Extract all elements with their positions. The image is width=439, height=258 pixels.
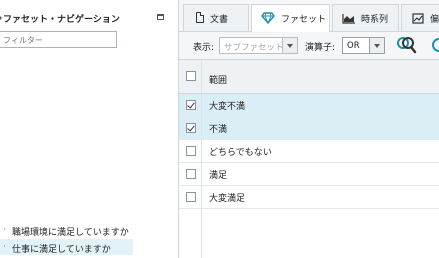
row-checkbox[interactable] — [186, 146, 196, 156]
operator-select[interactable]: OR — [342, 37, 385, 54]
chart-icon — [412, 13, 424, 24]
display-select-value: サブファセット — [224, 43, 284, 53]
table-row[interactable]: 大変不満 — [179, 94, 439, 117]
chevron-down-icon[interactable] — [282, 38, 297, 53]
row-checkbox[interactable] — [186, 192, 196, 202]
table-row[interactable]: どちらでもない — [179, 140, 439, 163]
bullet-icon: · — [3, 225, 6, 235]
facet-navigation-title: ファセット・ナビゲーション — [3, 15, 120, 25]
column-divider — [201, 209, 202, 258]
row-label: 不満 — [209, 125, 228, 135]
expand-caret-icon[interactable] — [0, 14, 2, 22]
facet-list-item[interactable]: · 職場環境に満足していますか — [0, 222, 133, 238]
select-all-checkbox[interactable] — [186, 71, 196, 81]
column-header-range: 範囲 — [209, 76, 228, 86]
circle-icon[interactable] — [430, 37, 439, 53]
tab-facet[interactable]: ファセット — [251, 4, 330, 32]
tab-label: 時系列 — [361, 15, 389, 25]
diamond-icon — [261, 12, 275, 24]
tab-label: 偏 — [430, 15, 439, 25]
table-header-row: 範囲 — [179, 60, 439, 94]
facet-list-item-selected[interactable]: · 仕事に満足していますか — [0, 239, 133, 255]
operator-label: 演算子: — [305, 43, 336, 53]
table-row[interactable]: 満足 — [179, 163, 439, 186]
tab-label: ファセット — [281, 15, 327, 25]
table-row[interactable]: 大変満足 — [179, 186, 439, 209]
facet-navigation-panel: ファセット・ナビゲーション · 職場環境に満足していますか · 仕事に満足してい… — [0, 0, 179, 258]
row-checkbox[interactable] — [186, 123, 196, 133]
table-row[interactable]: 不満 — [179, 117, 439, 140]
column-divider — [201, 140, 202, 162]
row-checkbox[interactable] — [186, 169, 196, 179]
display-select[interactable]: サブファセット — [219, 37, 298, 54]
area-chart-icon — [342, 14, 355, 24]
tab-label: 文書 — [210, 15, 229, 25]
chevron-down-icon[interactable] — [369, 38, 384, 53]
facet-item-label: 職場環境に満足していますか — [12, 228, 129, 238]
bullet-icon: · — [3, 242, 6, 252]
facet-item-label: 仕事に満足していますか — [12, 245, 111, 255]
view-tab-bar: 文書 ファセット 時系列 偏 — [179, 0, 439, 32]
filter-input[interactable] — [0, 31, 117, 48]
column-divider — [201, 186, 202, 208]
row-label: 大変満足 — [209, 194, 246, 204]
facet-toolbar: 表示: サブファセット 演算子: OR — [179, 32, 439, 60]
facet-navigation-header: ファセット・ナビゲーション — [0, 10, 178, 26]
tab-time-series[interactable]: 時系列 — [332, 4, 399, 31]
display-label: 表示: — [193, 43, 215, 53]
row-label: どちらでもない — [209, 148, 272, 158]
document-icon — [196, 12, 204, 23]
column-divider — [201, 163, 202, 185]
column-divider — [201, 94, 202, 116]
row-label: 大変不満 — [209, 102, 246, 112]
search-icon[interactable] — [396, 35, 418, 55]
row-label: 満足 — [209, 171, 228, 181]
row-checkbox[interactable] — [186, 100, 196, 110]
column-divider — [201, 60, 202, 93]
facet-table: 範囲 大変不満 不満 どちらでもない 満足 大変満足 — [179, 60, 439, 258]
collapse-icon[interactable] — [157, 14, 164, 20]
operator-select-value: OR — [347, 41, 360, 51]
tab-documents[interactable]: 文書 — [183, 4, 249, 31]
tab-deviation[interactable]: 偏 — [401, 4, 439, 31]
column-divider — [201, 117, 202, 139]
